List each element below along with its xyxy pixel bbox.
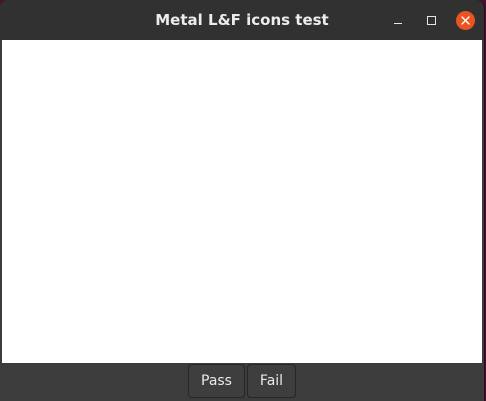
title-bar[interactable]: Metal L&F icons test — [0, 0, 484, 40]
minimize-icon — [394, 22, 402, 24]
pass-button[interactable]: Pass — [188, 364, 245, 398]
maximize-button[interactable] — [421, 10, 441, 30]
maximize-icon — [426, 15, 436, 25]
app-window: Metal L&F icons test Pass Fail — [0, 0, 484, 401]
close-icon — [455, 10, 475, 30]
fail-button[interactable]: Fail — [247, 364, 296, 398]
content-area — [2, 40, 482, 363]
minimize-button[interactable] — [388, 10, 408, 30]
close-button[interactable] — [455, 10, 475, 30]
window-title: Metal L&F icons test — [155, 11, 329, 29]
button-bar: Pass Fail — [0, 363, 484, 401]
